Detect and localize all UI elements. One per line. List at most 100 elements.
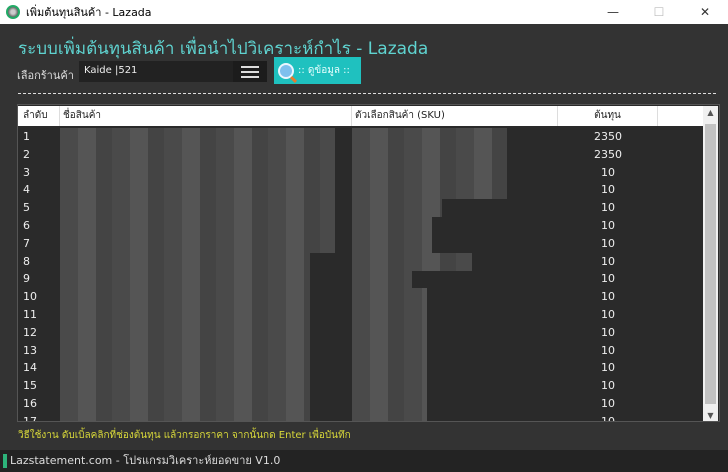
table-row[interactable]: 15 10 [18, 377, 704, 396]
cost-cell[interactable]: 10 [558, 290, 658, 303]
scrollbar-thumb[interactable] [705, 124, 716, 404]
product-name-cell-redacted[interactable] [60, 395, 310, 413]
column-header-no[interactable]: ลำดับ [18, 106, 60, 126]
cost-cell[interactable]: 10 [558, 415, 658, 421]
cost-table[interactable]: ลำดับ ชื่อสินค้า ตัวเลือกสินค้า (SKU) ต้… [17, 104, 720, 422]
maximize-button[interactable]: ☐ [636, 0, 682, 24]
product-name-cell-redacted[interactable] [60, 128, 335, 146]
cost-cell[interactable]: 10 [558, 397, 658, 410]
status-bar: Lazstatement.com - โปรแกรมวิเคราะห์ยอดขา… [0, 450, 728, 472]
table-row[interactable]: 4 10 [18, 181, 704, 200]
minimize-button[interactable]: — [590, 0, 636, 24]
product-name-cell-redacted[interactable] [60, 163, 335, 182]
sku-cell-redacted[interactable] [352, 323, 427, 342]
product-name-cell-redacted[interactable] [60, 145, 335, 164]
table-row[interactable]: 14 10 [18, 359, 704, 378]
product-name-cell-redacted[interactable] [60, 341, 310, 360]
window-title: เพิ่มต้นทุนสินค้า - Lazada [26, 6, 152, 19]
row-number: 10 [23, 290, 37, 304]
vertical-scrollbar[interactable]: ▲ ▼ [703, 106, 718, 421]
sku-cell-redacted[interactable] [352, 252, 472, 271]
table-row[interactable]: 9 10 [18, 270, 704, 289]
sku-cell-redacted[interactable] [352, 128, 507, 146]
table-row[interactable]: 16 10 [18, 395, 704, 413]
sku-cell-redacted[interactable] [352, 288, 427, 307]
row-number: 17 [23, 414, 37, 422]
page-title: ระบบเพิ่มต้นทุนสินค้า เพื่อนำไปวิเคราะห์… [18, 39, 429, 59]
scroll-down-icon[interactable]: ▼ [703, 411, 718, 420]
view-data-label: :: ดูข้อมูล :: [298, 65, 350, 76]
search-icon [278, 62, 294, 79]
column-header-cost[interactable]: ต้นทุน [558, 106, 658, 126]
cost-cell[interactable]: 10 [558, 255, 658, 268]
product-name-cell-redacted[interactable] [60, 412, 310, 421]
table-row[interactable]: 11 10 [18, 306, 704, 324]
row-number: 2 [23, 147, 30, 161]
row-number: 11 [23, 308, 37, 321]
product-name-cell-redacted[interactable] [60, 234, 335, 253]
sku-cell-redacted[interactable] [352, 181, 507, 200]
product-name-cell-redacted[interactable] [60, 306, 310, 324]
table-row[interactable]: 3 10 [18, 163, 704, 182]
row-number: 7 [23, 236, 30, 250]
row-number: 8 [23, 254, 30, 268]
cost-cell[interactable]: 10 [558, 237, 658, 250]
product-name-cell-redacted[interactable] [60, 359, 310, 378]
product-name-cell-redacted[interactable] [60, 217, 335, 235]
column-header-name[interactable]: ชื่อสินค้า [60, 106, 352, 126]
table-row[interactable]: 12 10 [18, 323, 704, 342]
sku-cell-redacted[interactable] [352, 199, 442, 218]
close-button[interactable]: ✕ [682, 0, 728, 24]
sku-cell-redacted[interactable] [352, 145, 507, 164]
cost-cell[interactable]: 2350 [558, 130, 658, 143]
title-bar: เพิ่มต้นทุนสินค้า - Lazada — ☐ ✕ [0, 0, 728, 24]
product-name-cell-redacted[interactable] [60, 252, 310, 271]
cost-cell[interactable]: 10 [558, 272, 658, 285]
shop-select[interactable]: Kaide |521 [79, 61, 233, 82]
table-header: ลำดับ ชื่อสินค้า ตัวเลือกสินค้า (SKU) ต้… [18, 106, 704, 126]
shop-menu-button[interactable] [233, 61, 267, 82]
table-row[interactable]: 1 2350 [18, 128, 704, 146]
column-header-sku[interactable]: ตัวเลือกสินค้า (SKU) [352, 106, 558, 126]
cost-cell[interactable]: 10 [558, 361, 658, 374]
sku-cell-redacted[interactable] [352, 377, 427, 396]
sku-cell-redacted[interactable] [352, 234, 432, 253]
sku-cell-redacted[interactable] [352, 306, 427, 324]
sku-cell-redacted[interactable] [352, 163, 507, 182]
row-number: 5 [23, 201, 30, 215]
cost-cell[interactable]: 10 [558, 166, 658, 179]
table-row[interactable]: 5 10 [18, 199, 704, 218]
table-row[interactable]: 2 2350 [18, 145, 704, 164]
table-row[interactable]: 7 10 [18, 234, 704, 253]
cost-cell[interactable]: 10 [558, 308, 658, 321]
product-name-cell-redacted[interactable] [60, 270, 310, 289]
product-name-cell-redacted[interactable] [60, 377, 310, 396]
view-data-button[interactable]: :: ดูข้อมูล :: [274, 57, 361, 84]
shop-label: เลือกร้านค้า [17, 69, 74, 82]
row-number: 16 [23, 397, 37, 410]
cost-cell[interactable]: 10 [558, 326, 658, 339]
product-name-cell-redacted[interactable] [60, 288, 310, 307]
cost-cell[interactable]: 10 [558, 183, 658, 196]
table-row[interactable]: 6 10 [18, 217, 704, 235]
table-row[interactable]: 17 10 [18, 412, 704, 422]
cost-cell[interactable]: 2350 [558, 148, 658, 161]
product-name-cell-redacted[interactable] [60, 199, 335, 218]
sku-cell-redacted[interactable] [352, 412, 427, 421]
cost-cell[interactable]: 10 [558, 201, 658, 214]
cost-cell[interactable]: 10 [558, 379, 658, 392]
table-row[interactable]: 10 10 [18, 288, 704, 307]
sku-cell-redacted[interactable] [352, 341, 427, 360]
sku-cell-redacted[interactable] [352, 217, 432, 235]
table-row[interactable]: 8 10 [18, 252, 704, 271]
product-name-cell-redacted[interactable] [60, 323, 310, 342]
row-number: 4 [23, 183, 30, 197]
sku-cell-redacted[interactable] [352, 359, 427, 378]
sku-cell-redacted[interactable] [352, 395, 427, 413]
table-row[interactable]: 13 10 [18, 341, 704, 360]
scroll-up-icon[interactable]: ▲ [703, 108, 718, 117]
product-name-cell-redacted[interactable] [60, 181, 335, 200]
cost-cell[interactable]: 10 [558, 219, 658, 232]
sku-cell-redacted[interactable] [352, 270, 412, 289]
cost-cell[interactable]: 10 [558, 344, 658, 357]
